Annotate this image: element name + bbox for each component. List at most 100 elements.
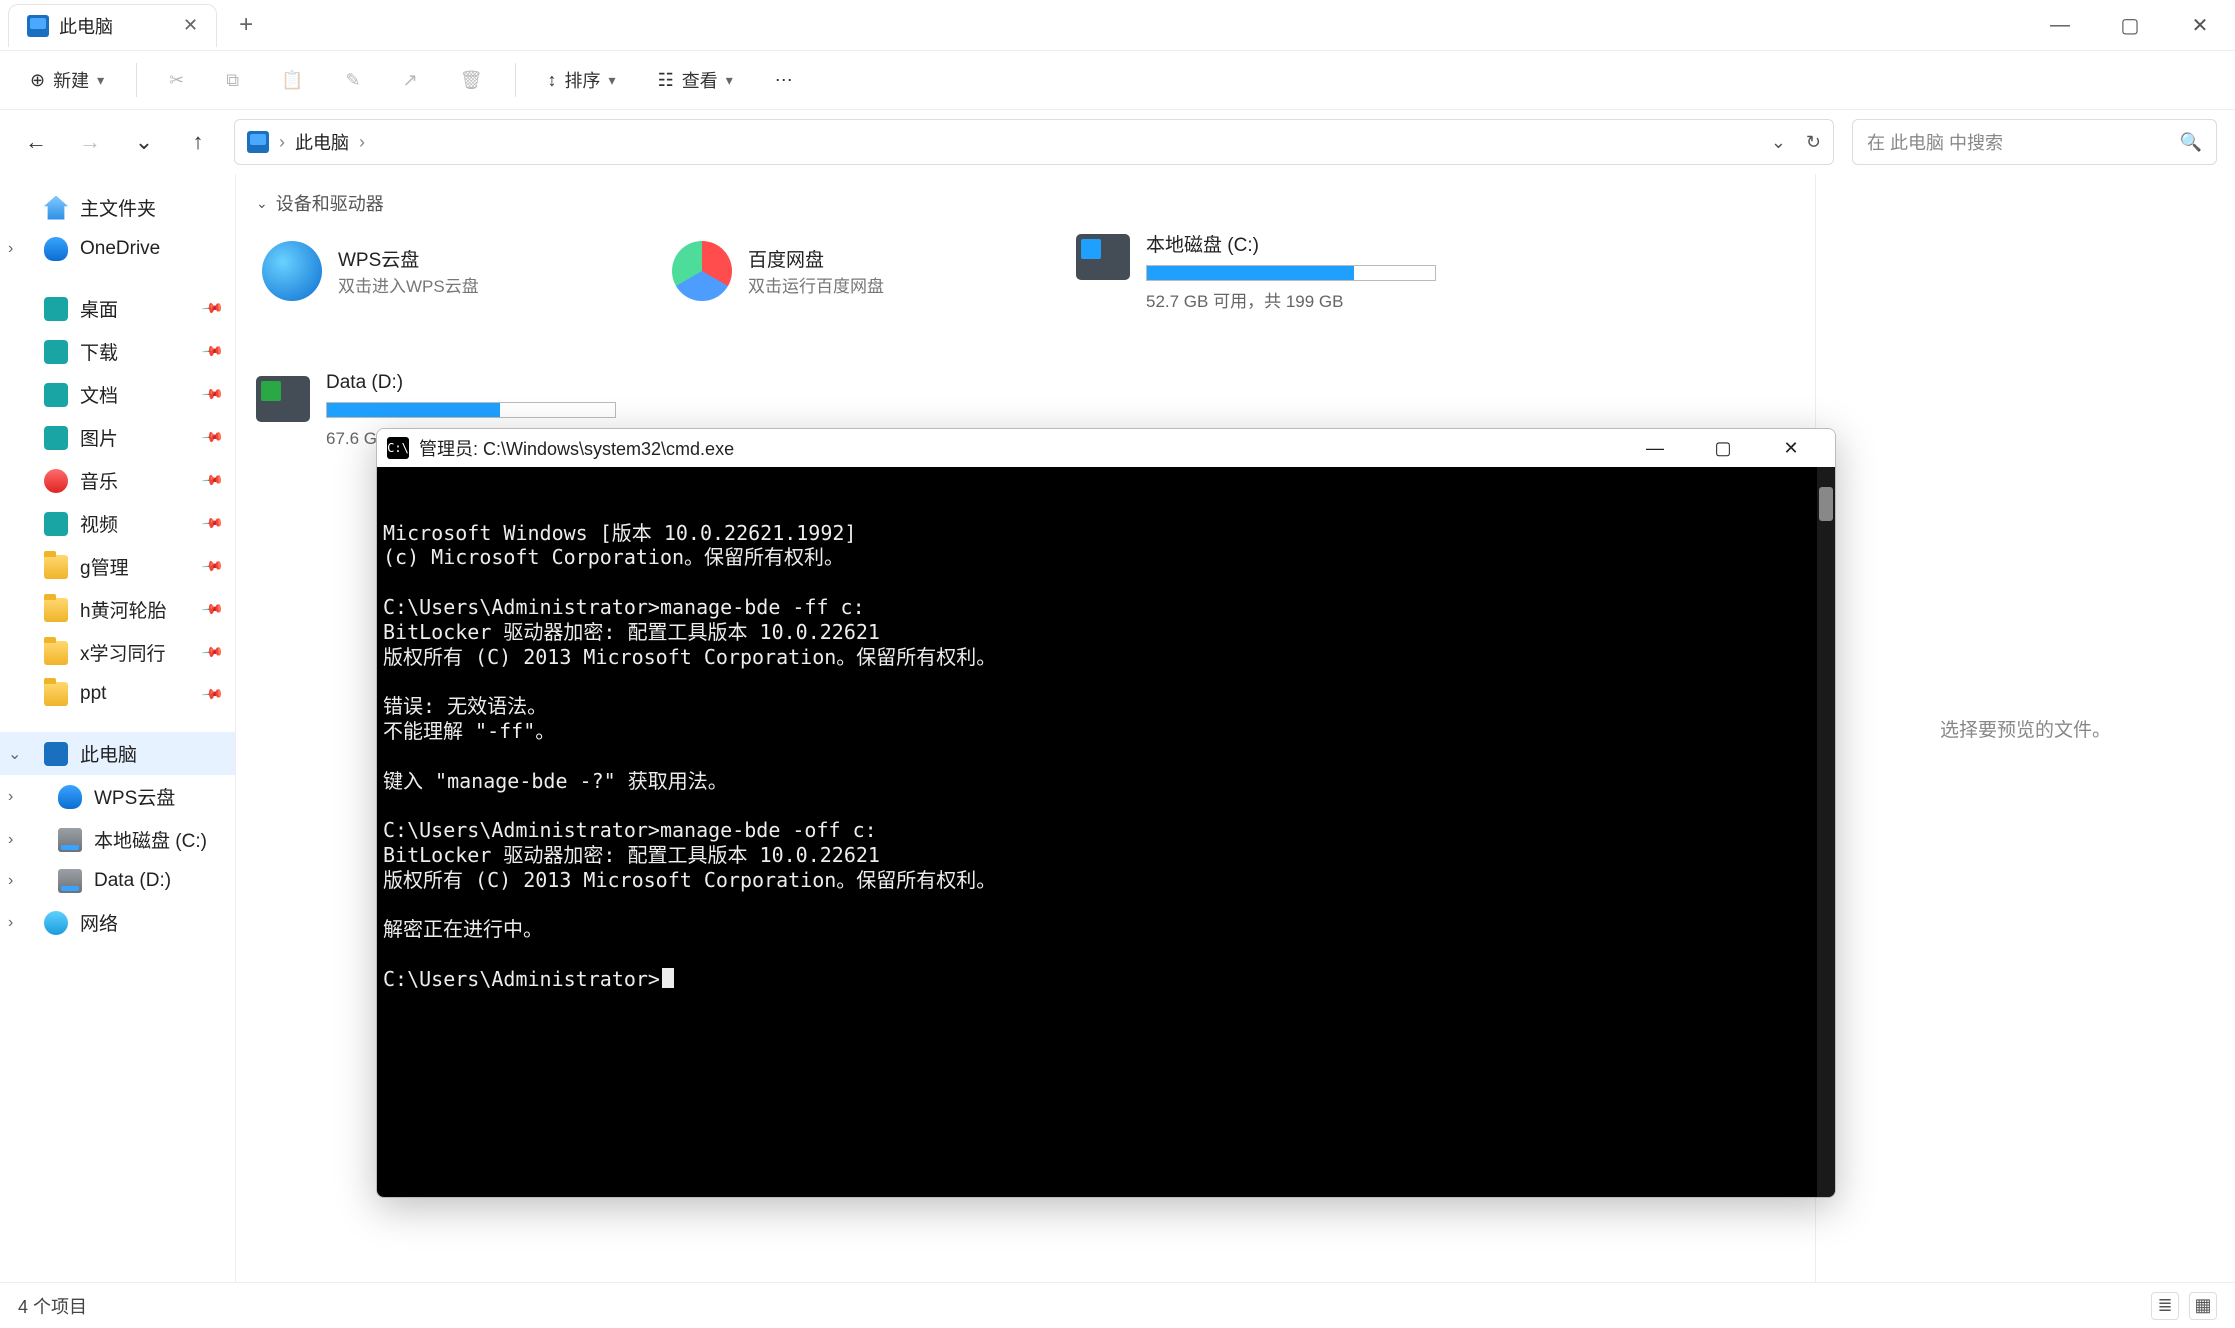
expand-icon[interactable]: › [8,240,28,258]
expand-icon[interactable]: › [8,914,28,932]
cmd-window: C:\ 管理员: C:\Windows\system32\cmd.exe — ▢… [376,428,1836,1198]
tile-drive-c[interactable]: 本地磁盘 (C:) 52.7 GB 可用，共 199 GB [1076,230,1446,312]
home-icon [44,196,68,220]
recent-button[interactable]: ⌄ [126,124,162,160]
sidebar-item-cdrive[interactable]: › 本地磁盘 (C:) [0,818,235,861]
usage-bar-fill [327,403,500,417]
sidebar-item-ppt[interactable]: ppt📌 [0,674,235,714]
sort-button[interactable]: ↕ 排序 ▾ [538,59,626,101]
sidebar-item-documents[interactable]: 文档 📌 [0,373,235,416]
copy-button[interactable]: ⧉ [216,62,249,99]
chevron-down-icon: ▾ [97,72,104,89]
share-button[interactable]: ↗ [393,62,428,99]
tile-wps[interactable]: WPS云盘 双击进入WPS云盘 [256,230,606,312]
cmd-body[interactable]: Microsoft Windows [版本 10.0.22621.1992] (… [377,467,1835,1197]
pin-icon: 📌 [200,554,224,578]
section-label: 设备和驱动器 [276,190,384,216]
cmd-minimize-button[interactable]: — [1621,430,1689,466]
disk-icon [58,828,82,852]
sidebar-item-ddrive[interactable]: ›Data (D:) [0,861,235,901]
folder-icon [44,682,68,706]
view-details-button[interactable]: ≣ [2151,1292,2179,1320]
new-button[interactable]: ⊕ 新建 ▾ [20,59,114,101]
drive-label: 本地磁盘 (C:) [1146,230,1436,257]
view-icons-button[interactable]: ▦ [2189,1292,2217,1320]
sidebar-item-desktop[interactable]: 桌面📌 [0,287,235,330]
copy-icon: ⧉ [226,70,239,91]
delete-button[interactable]: 🗑 [450,62,493,99]
minimize-button[interactable]: — [2025,1,2095,49]
onedrive-icon [44,237,68,261]
more-button[interactable]: ⋯ [765,62,803,99]
paste-icon: 📋 [281,70,303,91]
section-devices[interactable]: ⌄ 设备和驱动器 [256,182,1795,230]
sidebar-item-this-pc[interactable]: ⌄ 此电脑 [0,732,235,775]
paste-button[interactable]: 📋 [271,62,313,99]
expand-icon[interactable]: › [8,831,28,849]
tile-subtitle: 双击运行百度网盘 [748,272,884,297]
sidebar-label: g管理 [80,553,129,580]
drive-label: Data (D:) [326,372,616,394]
sidebar-item-onedrive[interactable]: ›OneDrive [0,229,235,269]
tile-baidu[interactable]: 百度网盘 双击运行百度网盘 [666,230,1016,312]
pin-icon: 📌 [200,296,224,320]
sidebar-label: h黄河轮胎 [80,596,167,623]
new-tab-button[interactable]: + [231,10,261,40]
sidebar-label: ppt [80,683,106,705]
search-box[interactable]: 在 此电脑 中搜索 🔍 [1852,119,2217,165]
expand-icon[interactable]: ⌄ [8,744,28,764]
sidebar-item-music[interactable]: 音乐📌 [0,459,235,502]
sidebar-label: 本地磁盘 (C:) [94,826,207,853]
tab-close-icon[interactable]: ✕ [183,15,198,36]
scrollbar-thumb[interactable] [1819,487,1833,521]
cmd-titlebar[interactable]: C:\ 管理员: C:\Windows\system32\cmd.exe — ▢… [377,429,1835,467]
close-button[interactable]: ✕ [2165,1,2235,49]
downloads-icon [44,340,68,364]
preview-pane: 选择要预览的文件。 [1815,174,2235,1282]
folder-icon [44,641,68,665]
address-bar[interactable]: › 此电脑 › ⌄ ↻ [234,119,1834,165]
tab-this-pc[interactable]: 此电脑 ✕ [8,4,217,47]
up-button[interactable]: ↑ [180,124,216,160]
pin-icon: 📌 [200,382,224,406]
pin-icon: 📌 [200,640,224,664]
expand-icon[interactable]: › [8,788,28,806]
pin-icon: 📌 [200,339,224,363]
network-icon [44,911,68,935]
cut-icon: ✂ [169,70,184,91]
sidebar-item-g[interactable]: g管理 📌 [0,545,235,588]
cmd-maximize-button[interactable]: ▢ [1689,430,1757,466]
sidebar-item-x[interactable]: x学习同行 📌 [0,631,235,674]
sidebar-label: x学习同行 [80,639,166,666]
cmd-close-button[interactable]: ✕ [1757,430,1825,466]
sidebar-item-wps[interactable]: ›WPS云盘 [0,775,235,818]
sidebar-item-network[interactable]: ›网络 [0,901,235,944]
address-dropdown[interactable]: ⌄ [1771,132,1786,153]
sidebar-item-home[interactable]: 主文件夹 [0,186,235,229]
usage-bar [326,402,616,418]
breadcrumb-this-pc[interactable]: 此电脑 [295,129,349,155]
cmd-icon: C:\ [387,437,409,459]
sidebar-item-pictures[interactable]: 图片📌 [0,416,235,459]
rename-button[interactable]: ✎ [336,62,371,99]
sidebar-label: 此电脑 [80,740,137,767]
sidebar-label: 文档 [80,381,118,408]
forward-button[interactable]: → [72,124,108,160]
sidebar-item-downloads[interactable]: 下载📌 [0,330,235,373]
pc-icon [44,742,68,766]
disk-icon [58,869,82,893]
drive-meta: 52.7 GB 可用，共 199 GB [1146,287,1436,312]
maximize-button[interactable]: ▢ [2095,1,2165,49]
refresh-button[interactable]: ↻ [1806,132,1821,153]
back-button[interactable]: ← [18,124,54,160]
spacer [0,269,235,287]
view-button[interactable]: ☷ 查看 ▾ [648,59,743,101]
cut-button[interactable]: ✂ [159,62,194,99]
expand-icon[interactable]: › [8,872,28,890]
cmd-scrollbar[interactable] [1817,467,1835,1197]
sidebar-item-videos[interactable]: 视频📌 [0,502,235,545]
tile-subtitle: 双击进入WPS云盘 [338,272,479,297]
sidebar-item-h[interactable]: h黄河轮胎📌 [0,588,235,631]
sidebar-label: 音乐 [80,467,118,494]
music-icon [44,469,68,493]
